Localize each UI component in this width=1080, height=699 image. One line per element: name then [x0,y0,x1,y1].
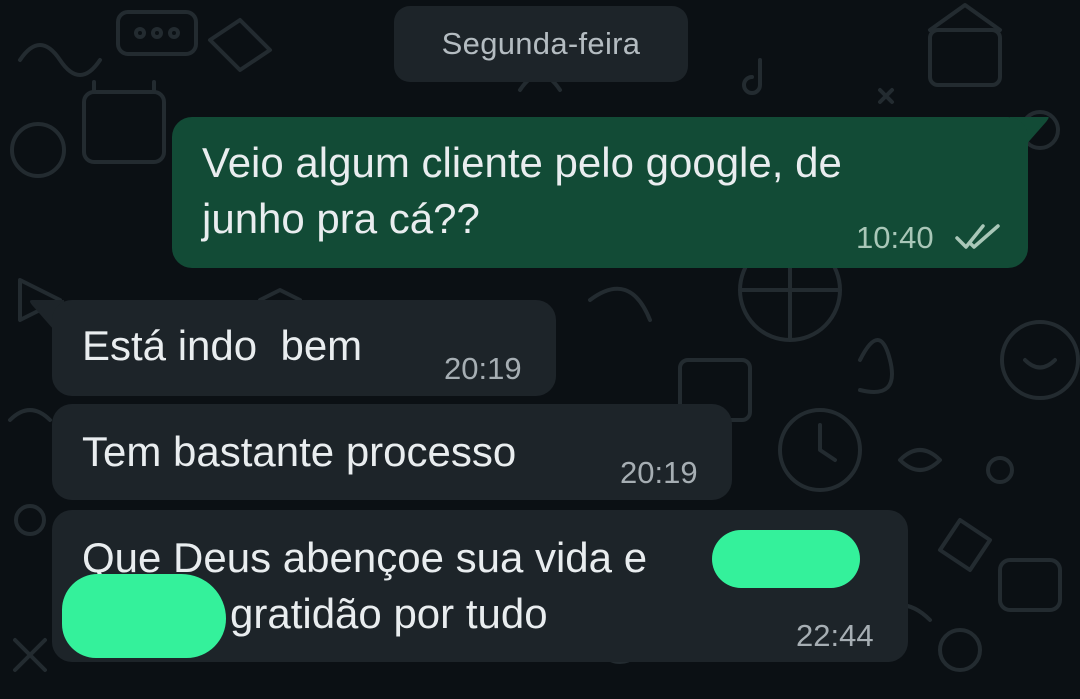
message-timestamp: 10:40 [856,220,934,255]
redaction-mark [62,574,226,658]
message-timestamp: 20:19 [620,455,698,490]
message-text: Está indo bem [82,322,363,369]
message-timestamp: 20:19 [444,351,522,386]
message-text: Tem bastante processo [82,428,517,475]
message-timestamp: 22:44 [796,618,874,653]
date-separator: Segunda-feira [394,6,688,82]
message-text-line: gratidão por tudo [230,590,548,637]
outgoing-message-bubble[interactable]: Veio algum cliente pelo google, de junho… [172,117,1028,268]
message-text-line: junho pra cá?? [202,195,480,242]
redaction-mark [712,530,860,588]
incoming-message-bubble[interactable]: Tem bastante processo 20:19 [52,404,732,500]
double-check-icon [955,224,1000,249]
message-text-line: Veio algum cliente pelo google, de [202,139,842,186]
incoming-message-bubble[interactable]: Está indo bem 20:19 [52,300,556,396]
